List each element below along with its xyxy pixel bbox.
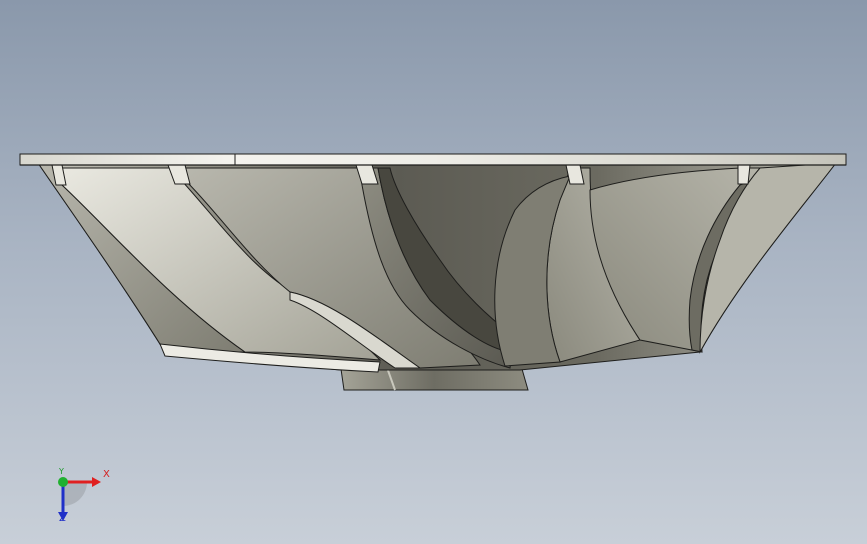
impeller-model[interactable]	[0, 0, 867, 544]
x-axis-label: X	[103, 469, 110, 480]
axis-triad: X Y Z	[40, 462, 130, 532]
triad-graphic	[58, 477, 101, 521]
top-flange[interactable]	[19, 153, 847, 166]
graphics-viewport[interactable]: X Y Z	[0, 0, 867, 544]
y-axis-label: Y	[59, 467, 64, 476]
z-axis-label: Z	[59, 513, 66, 524]
